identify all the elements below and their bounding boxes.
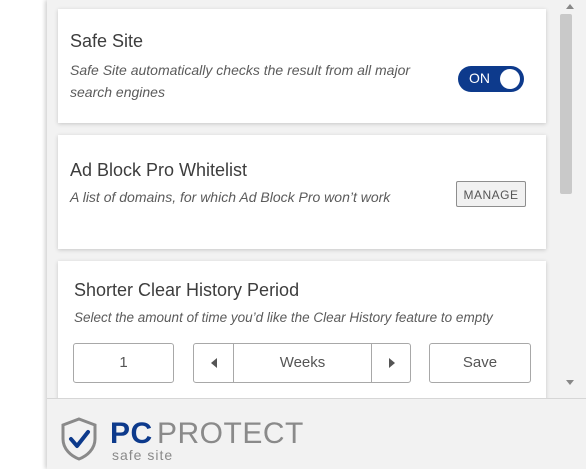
whitelist-card: Ad Block Pro Whitelist A list of domains…	[58, 135, 546, 249]
toggle-label: ON	[469, 70, 490, 86]
scroll-up-arrow-icon[interactable]	[566, 4, 574, 9]
brand-subtitle: safe site	[112, 447, 174, 463]
scroll-down-arrow-icon[interactable]	[566, 380, 574, 385]
unit-prev-button[interactable]	[194, 344, 233, 382]
unit-value-display: Weeks	[233, 344, 371, 382]
unit-next-button[interactable]	[371, 344, 411, 382]
brand-protect: PROTECT	[157, 417, 304, 450]
toggle-knob	[500, 69, 520, 89]
scroll-thumb[interactable]	[560, 14, 572, 194]
clear-history-description: Select the amount of time you’d like the…	[74, 310, 493, 325]
triangle-left-icon	[210, 358, 217, 369]
brand-pc: PC	[110, 417, 153, 450]
manage-button[interactable]: MANAGE	[456, 181, 526, 207]
clear-history-title: Shorter Clear History Period	[74, 280, 300, 300]
safe-site-description: Safe Site automatically checks the resul…	[70, 62, 411, 100]
amount-value: 1	[119, 354, 128, 371]
whitelist-description: A list of domains, for which Ad Block Pr…	[70, 189, 391, 205]
safe-site-title: Safe Site	[70, 31, 144, 51]
settings-panel: Safe Site Safe Site automatically checks…	[47, 0, 586, 469]
whitelist-title: Ad Block Pro Whitelist	[70, 160, 248, 180]
unit-selector: Weeks	[193, 343, 411, 383]
triangle-right-icon	[388, 358, 395, 369]
save-button[interactable]: Save	[429, 343, 531, 383]
unit-value: Weeks	[279, 354, 326, 371]
safe-site-card: Safe Site Safe Site automatically checks…	[58, 9, 546, 123]
shield-check-icon	[61, 417, 97, 461]
safe-site-toggle[interactable]: ON	[458, 66, 524, 92]
footer: PC PROTECT safe site	[47, 398, 586, 469]
save-label: Save	[462, 354, 498, 371]
amount-input[interactable]: 1	[73, 343, 174, 383]
clear-history-card: Shorter Clear History Period Select the …	[58, 261, 546, 401]
scrollbar[interactable]	[552, 0, 586, 395]
